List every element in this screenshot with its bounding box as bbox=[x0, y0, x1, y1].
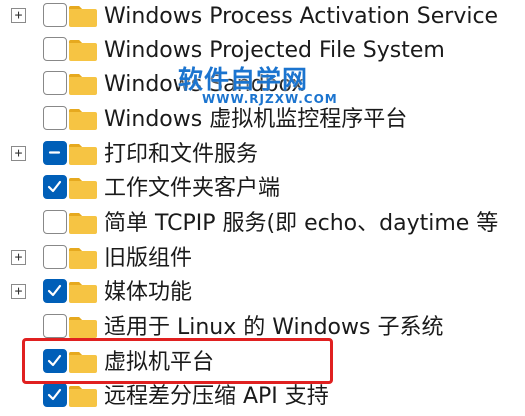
folder-icon bbox=[69, 74, 97, 95]
expand-icon[interactable]: + bbox=[11, 146, 26, 161]
folder-icon bbox=[69, 282, 97, 303]
watermark-title: 软件自学网 bbox=[178, 65, 309, 94]
feature-label: 媒体功能 bbox=[104, 280, 193, 305]
feature-checkbox[interactable] bbox=[43, 175, 67, 199]
folder-icon bbox=[69, 248, 97, 269]
feature-checkbox[interactable] bbox=[43, 245, 67, 269]
feature-checkbox[interactable] bbox=[43, 141, 67, 165]
folder-icon bbox=[69, 317, 97, 338]
feature-row[interactable]: 远程差分压缩 API 支持 bbox=[0, 380, 525, 414]
feature-row[interactable]: + 旧版组件 bbox=[0, 242, 525, 276]
feature-checkbox[interactable] bbox=[43, 3, 67, 27]
folder-icon bbox=[69, 6, 97, 27]
folder-icon bbox=[69, 386, 97, 407]
indeterminate-icon bbox=[48, 151, 61, 154]
watermark-url: WWW.RJZXW.COM bbox=[202, 92, 338, 106]
folder-icon bbox=[69, 109, 97, 130]
feature-label: 打印和文件服务 bbox=[104, 142, 259, 167]
checkmark-icon bbox=[47, 180, 62, 193]
feature-checkbox[interactable] bbox=[43, 383, 67, 407]
watermark: 软件自学网 WWW.RJZXW.COM bbox=[178, 60, 337, 110]
feature-label: 简单 TCPIP 服务(即 echo、daytime 等 bbox=[104, 211, 499, 236]
folder-icon bbox=[69, 144, 97, 165]
feature-label: 旧版组件 bbox=[104, 246, 193, 271]
feature-label: 远程差分压缩 API 支持 bbox=[104, 384, 329, 409]
highlight-box bbox=[22, 338, 333, 384]
checkmark-icon bbox=[47, 388, 62, 401]
feature-row[interactable]: 工作文件夹客户端 bbox=[0, 172, 525, 206]
feature-row[interactable]: 简单 TCPIP 服务(即 echo、daytime 等 bbox=[0, 207, 525, 241]
feature-checkbox[interactable] bbox=[43, 71, 67, 95]
feature-checkbox[interactable] bbox=[43, 37, 67, 61]
feature-label: 工作文件夹客户端 bbox=[104, 176, 281, 201]
expand-icon[interactable]: + bbox=[11, 8, 26, 23]
folder-icon bbox=[69, 40, 97, 61]
folder-icon bbox=[69, 213, 97, 234]
checkmark-icon bbox=[47, 284, 62, 297]
feature-row[interactable]: + 媒体功能 bbox=[0, 276, 525, 310]
feature-label: Windows Process Activation Service bbox=[104, 4, 499, 29]
feature-checkbox[interactable] bbox=[43, 279, 67, 303]
feature-row[interactable]: + Windows Process Activation Service bbox=[0, 0, 525, 34]
expand-icon[interactable]: + bbox=[11, 284, 26, 299]
expand-icon[interactable]: + bbox=[11, 250, 26, 265]
feature-checkbox[interactable] bbox=[43, 106, 67, 130]
feature-checkbox[interactable] bbox=[43, 210, 67, 234]
feature-checkbox[interactable] bbox=[43, 314, 67, 338]
feature-row[interactable]: + 打印和文件服务 bbox=[0, 138, 525, 172]
folder-icon bbox=[69, 178, 97, 199]
